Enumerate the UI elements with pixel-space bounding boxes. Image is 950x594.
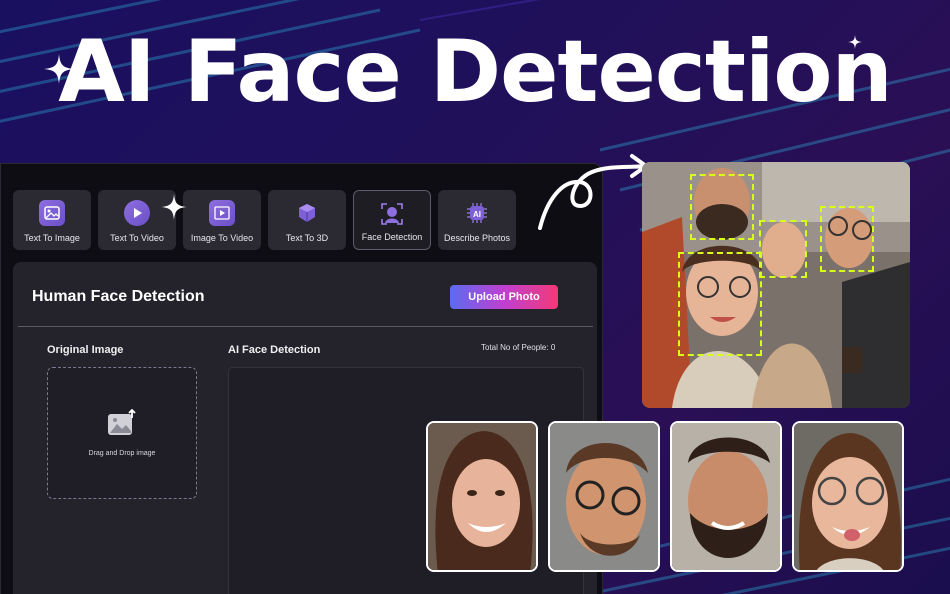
tool-label: Text To Image	[24, 233, 80, 243]
image-dropzone[interactable]: Drag and Drop image	[47, 367, 197, 499]
tool-label: Face Detection	[361, 232, 423, 242]
panel-title: Human Face Detection	[32, 288, 205, 305]
tool-text-to-image[interactable]: Text To Image	[13, 190, 91, 250]
face-thumbnail	[792, 421, 904, 572]
face-thumbnail	[670, 421, 782, 572]
tool-text-to-3d[interactable]: Text To 3D	[268, 190, 346, 250]
image-upload-icon	[107, 408, 137, 442]
tool-image-to-video[interactable]: Image To Video	[183, 190, 261, 250]
tool-bar: Text To Image Text To Video Image To Vid…	[13, 190, 516, 250]
original-image-label: Original Image	[47, 344, 124, 356]
ai-face-detection-label: AI Face Detection	[228, 344, 321, 356]
play-icon	[124, 200, 150, 226]
tool-label: Image To Video	[190, 233, 254, 243]
image-icon	[39, 200, 65, 226]
tool-label: Text To 3D	[285, 233, 329, 243]
curved-arrow-icon	[532, 150, 657, 240]
upload-photo-button[interactable]: Upload Photo	[450, 285, 558, 309]
divider	[18, 326, 593, 327]
cube-icon	[294, 200, 320, 226]
tool-label: Describe Photos	[443, 233, 511, 243]
face-detection-box	[759, 220, 807, 278]
dropzone-text: Drag and Drop image	[88, 450, 156, 457]
face-scan-icon	[379, 201, 405, 227]
tool-describe-photos[interactable]: AI Describe Photos	[438, 190, 516, 250]
svg-text:AI: AI	[473, 210, 481, 219]
group-photo-with-detections	[642, 162, 910, 408]
tool-face-detection[interactable]: Face Detection	[353, 190, 431, 250]
face-thumbnail	[548, 421, 660, 572]
tool-label: Text To Video	[110, 233, 164, 243]
sparkle-icon	[161, 194, 187, 225]
film-icon	[209, 200, 235, 226]
detected-faces-row	[426, 421, 904, 572]
face-detection-box	[678, 252, 762, 356]
ai-chip-icon: AI	[464, 200, 490, 226]
face-detection-box	[820, 206, 874, 272]
people-count: Total No of People: 0	[481, 343, 556, 352]
face-thumbnail	[426, 421, 538, 572]
hero-title: AI Face Detection	[58, 22, 893, 122]
face-detection-box	[690, 174, 754, 240]
